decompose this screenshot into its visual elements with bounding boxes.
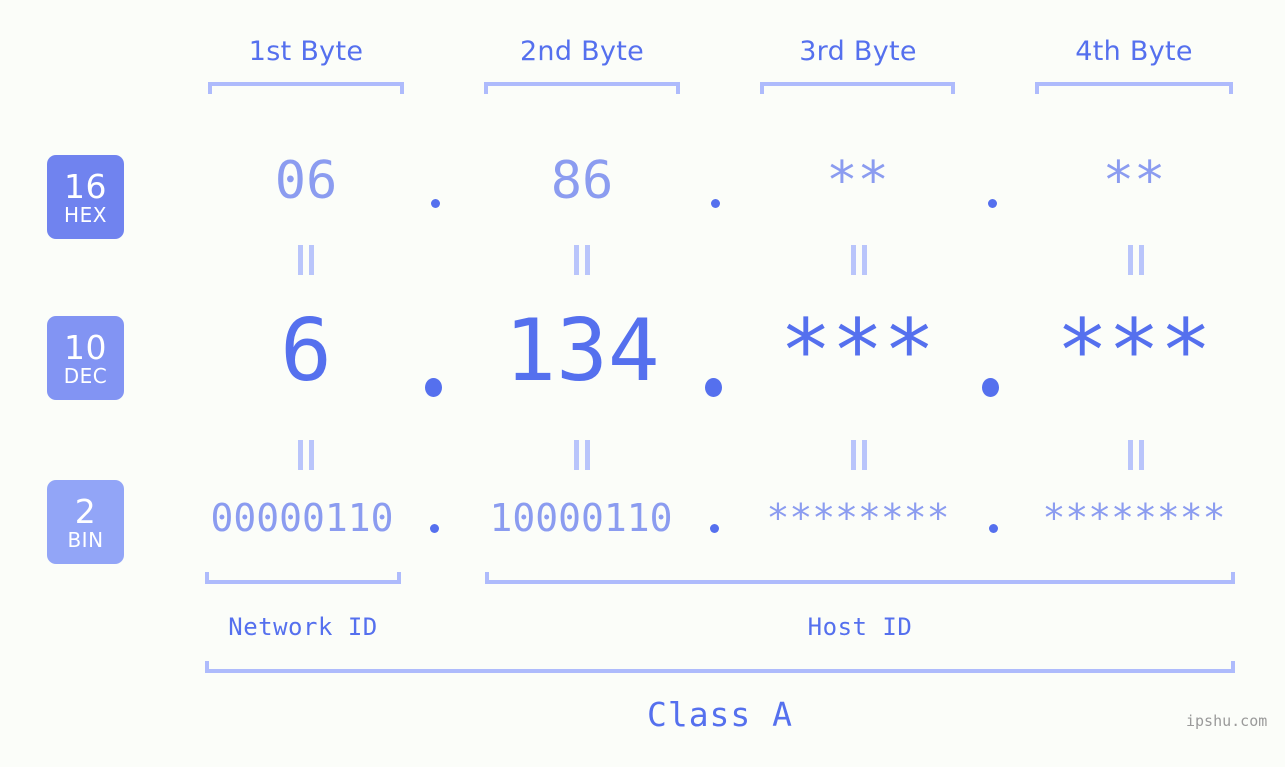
byte-bracket-2 — [484, 82, 680, 94]
equals-separator-hex-dec-1 — [294, 245, 318, 275]
host-id-label: Host ID — [807, 613, 913, 641]
bin-octet-4: ******** — [1042, 496, 1226, 540]
watermark: ipshu.com — [1186, 712, 1268, 730]
byte-header-2: 2nd Byte — [519, 36, 645, 67]
dec-octet-3: *** — [779, 301, 936, 401]
byte-header-1: 1st Byte — [248, 36, 364, 67]
bin-octet-1: 00000110 — [210, 496, 394, 540]
bin-separator-dot-1 — [430, 524, 439, 533]
byte-header-4: 4th Byte — [1075, 36, 1193, 67]
host-id-bracket — [485, 572, 1235, 584]
byte-bracket-3 — [760, 82, 955, 94]
bin-octet-3: ******** — [766, 496, 950, 540]
base-badge-hex: 16 HEX — [47, 155, 124, 239]
base-badge-bin-label: BIN — [67, 527, 104, 552]
equals-separator-dec-bin-1 — [294, 440, 318, 470]
bin-octet-2: 10000110 — [489, 496, 673, 540]
base-badge-bin: 2 BIN — [47, 480, 124, 564]
base-badge-hex-label: HEX — [64, 202, 107, 227]
dec-octet-2: 134 — [504, 301, 660, 401]
equals-separator-hex-dec-3 — [847, 245, 871, 275]
network-id-bracket — [205, 572, 401, 584]
class-label: Class A — [646, 695, 794, 734]
dec-octet-1: 6 — [280, 301, 332, 401]
dec-separator-dot-2 — [705, 378, 722, 397]
base-badge-hex-number: 16 — [64, 166, 107, 206]
dec-separator-dot-1 — [425, 378, 442, 397]
hex-octet-3: ** — [826, 151, 889, 211]
base-badge-dec-number: 10 — [64, 327, 107, 367]
hex-octet-4: ** — [1102, 151, 1166, 211]
equals-separator-dec-bin-2 — [570, 440, 594, 470]
byte-bracket-1 — [208, 82, 404, 94]
ip-address-breakdown-diagram: 1st Byte 2nd Byte 3rd Byte 4th Byte 16 H… — [0, 0, 1285, 767]
bin-separator-dot-3 — [989, 524, 998, 533]
base-badge-dec: 10 DEC — [47, 316, 124, 400]
equals-separator-hex-dec-4 — [1124, 245, 1148, 275]
hex-separator-dot-1 — [431, 199, 440, 208]
hex-separator-dot-2 — [711, 199, 720, 208]
dec-octet-4: *** — [1056, 301, 1212, 401]
equals-separator-dec-bin-4 — [1124, 440, 1148, 470]
hex-octet-1: 06 — [274, 151, 338, 211]
class-bracket — [205, 661, 1235, 673]
byte-bracket-4 — [1035, 82, 1233, 94]
base-badge-dec-label: DEC — [63, 363, 108, 388]
bin-separator-dot-2 — [710, 524, 719, 533]
hex-separator-dot-3 — [988, 199, 997, 208]
network-id-label: Network ID — [228, 613, 378, 641]
dec-separator-dot-3 — [982, 378, 999, 397]
hex-octet-2: 86 — [550, 151, 614, 211]
base-badge-bin-number: 2 — [74, 491, 97, 531]
equals-separator-hex-dec-2 — [570, 245, 594, 275]
byte-header-3: 3rd Byte — [799, 36, 917, 67]
equals-separator-dec-bin-3 — [847, 440, 871, 470]
